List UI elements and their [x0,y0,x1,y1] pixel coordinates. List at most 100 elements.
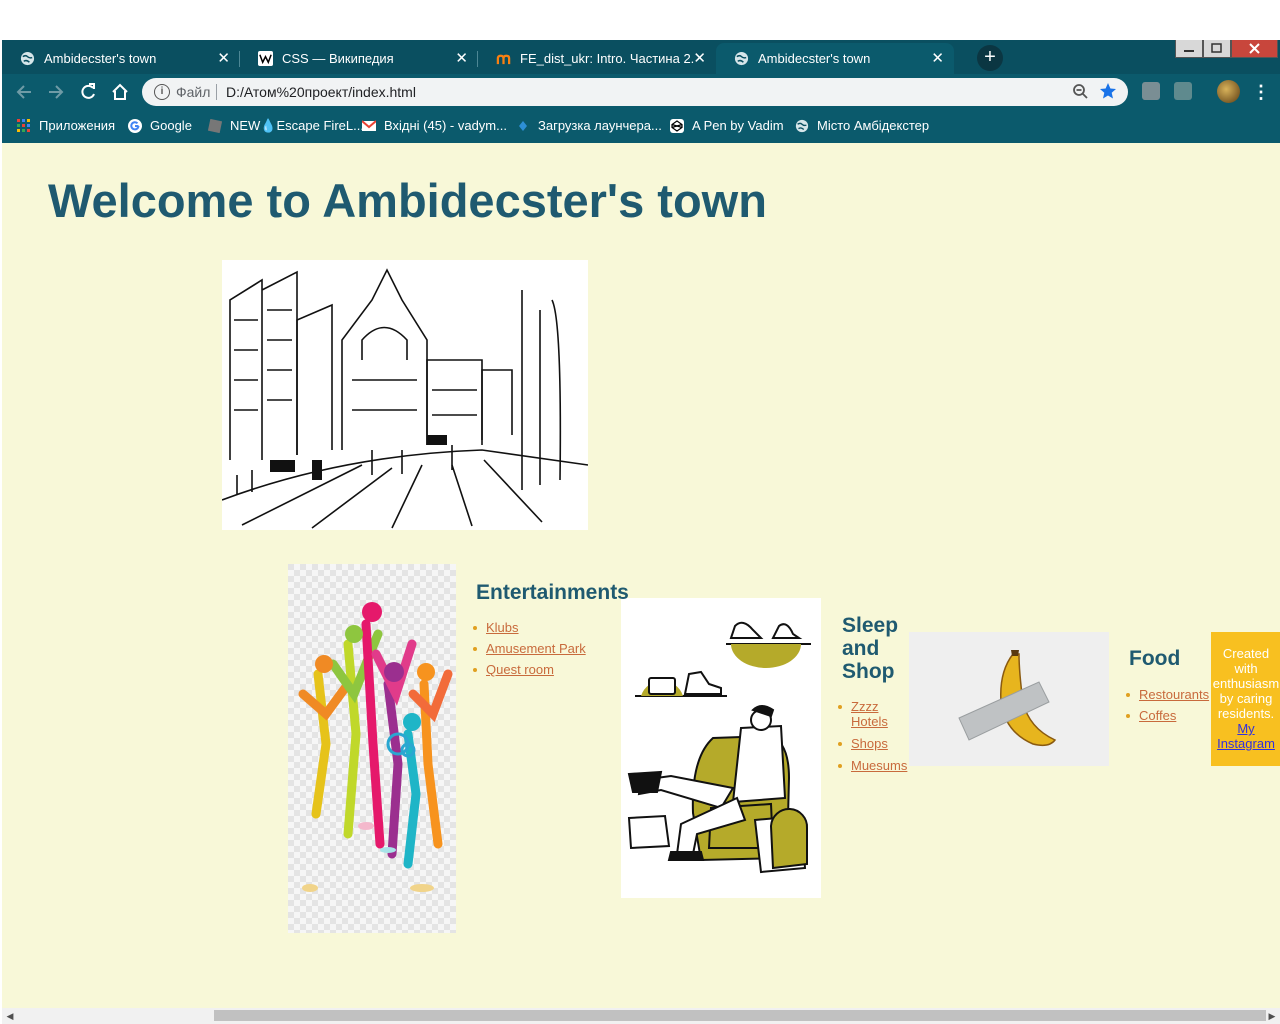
back-arrow-icon [16,85,31,99]
dancing-people-image [288,564,456,933]
link-line: Hotels [851,714,888,729]
bookmark-label: NEW💧Escape FireL... [230,118,364,133]
reload-button[interactable] [74,74,102,110]
page-title: Welcome to Ambidecster's town [48,174,767,227]
extension-camera-icon[interactable] [1142,82,1160,100]
tab-title: CSS — Википедия [282,51,394,66]
scrollbar-thumb[interactable] [214,1010,1266,1021]
close-window-button[interactable] [1231,40,1278,58]
close-icon [1249,43,1260,54]
codepen-icon [670,118,684,133]
forward-arrow-icon [49,85,64,99]
footer-badge: Created with enthusiasm by caring reside… [1211,632,1280,766]
sleep-shop-illustration [621,598,821,898]
tab-ambidecster-1[interactable]: Ambidecster's town ✕ [2,43,240,74]
klubs-link[interactable]: Klubs [486,620,519,635]
tab-strip: Ambidecster's town ✕ CSS — Википедия ✕ F… [2,40,1280,74]
tab-ambidecster-active[interactable]: Ambidecster's town ✕ [716,43,954,74]
list-item: Shops [837,736,912,751]
bookmark-label: Місто Амбідекстер [817,118,930,133]
bookmark-gmail[interactable]: Вхідні (45) - vadym... [362,110,507,143]
link-line: Zzzz [851,699,879,714]
minimize-button[interactable] [1175,40,1203,58]
address-bar[interactable]: i Файл D:/Атом%20проект/index.html [142,78,1128,106]
menu-kebab-icon[interactable]: ⋮ [1252,74,1270,110]
coffes-link[interactable]: Coffes [1139,708,1176,723]
link-line: Instagram [1217,736,1275,751]
food-list: Restourants Coffes [1125,687,1215,723]
shops-link[interactable]: Shops [851,736,888,751]
entertainments-heading: Entertainments [476,581,629,604]
bookmark-apps[interactable]: Приложения [17,110,115,143]
quest-room-link[interactable]: Quest room [486,662,554,677]
list-item: Quest room [472,662,612,677]
tab-css-wikipedia[interactable]: CSS — Википедия ✕ [240,43,478,74]
scroll-left-icon[interactable]: ◀ [4,1008,16,1024]
bookmarks-bar: Приложения Google NEW💧Escape FireL... Вх… [2,110,1280,143]
bookmark-label: Вхідні (45) - vadym... [384,118,507,133]
badge-line: enthusiasm [1212,676,1280,691]
browser-toolbar: i Файл D:/Атом%20проект/index.html ⋮ [2,74,1280,110]
food-heading: Food [1129,647,1180,670]
site-info-icon[interactable]: i [154,84,170,100]
address-url[interactable]: D:/Атом%20проект/index.html [226,78,416,106]
browser-chrome: Ambidecster's town ✕ CSS — Википедия ✕ F… [2,40,1280,143]
moodle-icon [496,54,511,65]
apps-grid-icon [17,118,30,132]
game-icon [208,118,222,133]
diamond-icon [519,120,527,131]
zoom-icon[interactable] [1072,82,1090,102]
bookmark-star-icon[interactable] [1098,80,1118,102]
tab-fe-dist[interactable]: FE_dist_ukr: Intro. Частина 2. ✕ [478,43,716,74]
instagram-link[interactable]: My Instagram [1217,721,1275,751]
globe-icon [20,51,35,66]
window-top-gap [0,0,1280,40]
bookmark-launcher[interactable]: Загрузка лаунчера... [516,110,662,143]
museums-link[interactable]: Muesums [851,758,907,773]
scroll-right-icon[interactable]: ▶ [1266,1008,1278,1024]
list-item: Coffes [1125,708,1215,723]
back-button[interactable] [10,74,38,110]
address-scheme-label: Файл [176,84,211,100]
hotels-link[interactable]: Zzzz Hotels [851,699,888,729]
restaurants-link[interactable]: Restourants [1139,687,1209,702]
tab-title: Ambidecster's town [758,51,871,66]
bookmark-codepen[interactable]: A Pen by Vadim [670,110,784,143]
bookmark-escape[interactable]: NEW💧Escape FireL... [208,110,364,143]
badge-line: by caring [1219,691,1273,706]
close-tab-icon[interactable]: ✕ [931,43,944,74]
section-title-line: Entertainments [476,581,629,604]
home-icon [112,83,128,100]
section-title-line: Sleep [842,614,899,637]
reload-icon [81,83,95,99]
wikipedia-icon [258,51,273,66]
amusement-park-link[interactable]: Amusement Park [486,641,586,656]
google-icon [128,118,142,133]
bookmark-google[interactable]: Google [128,110,192,143]
bookmark-label: A Pen by Vadim [692,118,784,133]
tab-title: FE_dist_ukr: Intro. Частина 2. [520,51,695,66]
globe-icon [795,119,809,132]
entertainments-list: Klubs Amusement Park Quest room [472,620,612,677]
extension-icon[interactable] [1174,82,1192,100]
home-button[interactable] [106,74,134,110]
list-item: Amusement Park [472,641,612,656]
forward-button[interactable] [42,74,70,110]
link-line: My [1237,721,1255,736]
maximize-button[interactable] [1203,40,1231,58]
profile-avatar[interactable] [1217,80,1240,103]
gmail-icon [362,119,376,131]
close-tab-icon[interactable]: ✕ [693,43,706,74]
list-item: Restourants [1125,687,1215,702]
new-tab-button[interactable]: + [977,45,1003,71]
close-tab-icon[interactable]: ✕ [455,43,468,74]
section-title-line: Shop [842,660,895,683]
list-item: Muesums [837,758,912,773]
globe-icon [734,51,749,66]
close-tab-icon[interactable]: ✕ [217,43,230,74]
badge-line: with [1234,661,1258,676]
page-content: Welcome to Ambidecster's town Entertainm… [2,143,1280,1008]
horizontal-scrollbar[interactable]: ◀ ▶ [2,1008,1280,1024]
list-item: Klubs [472,620,612,635]
bookmark-misto[interactable]: Місто Амбідекстер [795,110,929,143]
